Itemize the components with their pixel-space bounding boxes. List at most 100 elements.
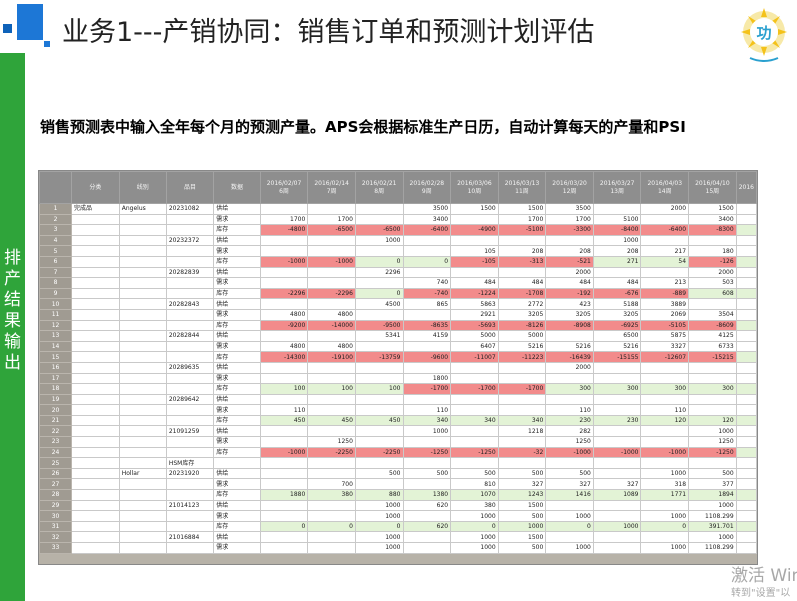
value-cell[interactable] [688, 457, 737, 469]
value-cell[interactable]: 110 [402, 404, 452, 416]
value-cell[interactable] [259, 436, 309, 448]
value-cell[interactable]: -6925 [592, 319, 642, 332]
category-cell[interactable] [71, 319, 120, 332]
item-cell[interactable]: 21016884 [165, 531, 215, 543]
value-cell[interactable]: 0 [402, 255, 452, 268]
row-number[interactable]: 12 [39, 319, 73, 332]
value-cell[interactable]: 5875 [640, 330, 690, 342]
value-cell[interactable]: 1000 [545, 510, 594, 522]
value-cell[interactable]: -1700 [450, 383, 499, 395]
value-cell[interactable] [259, 330, 309, 342]
value-cell[interactable] [402, 234, 452, 247]
item-cell[interactable]: 20289635 [165, 361, 215, 374]
value-cell[interactable]: -676 [592, 287, 642, 300]
value-cell[interactable] [497, 372, 547, 385]
value-cell[interactable] [402, 531, 452, 543]
value-cell[interactable]: -6500 [307, 224, 356, 236]
data-type-cell[interactable]: 需求 [213, 404, 261, 416]
category-cell[interactable]: 完成品 [71, 203, 120, 215]
value-cell[interactable]: -15215 [688, 351, 737, 363]
value-cell[interactable] [592, 436, 642, 448]
value-cell[interactable]: 1700 [545, 213, 594, 226]
data-type-cell[interactable]: 库存 [213, 414, 261, 427]
category-cell[interactable] [71, 425, 120, 438]
category-cell[interactable] [71, 372, 120, 385]
item-cell[interactable] [165, 542, 215, 554]
line-cell[interactable]: Hollar [118, 467, 167, 480]
data-type-cell[interactable]: 供给 [213, 499, 261, 512]
category-cell[interactable] [71, 255, 120, 268]
value-cell[interactable]: 1000 [592, 520, 642, 533]
value-cell[interactable] [497, 234, 547, 247]
value-cell[interactable]: -6500 [354, 224, 404, 236]
value-cell[interactable] [402, 542, 452, 554]
value-cell[interactable] [735, 499, 757, 512]
category-cell[interactable] [71, 436, 120, 448]
line-cell[interactable] [118, 383, 167, 395]
line-cell[interactable] [118, 520, 167, 533]
value-cell[interactable]: 1000 [640, 510, 690, 522]
row-number[interactable]: 20 [39, 404, 73, 416]
value-cell[interactable] [688, 234, 737, 247]
item-cell[interactable] [165, 245, 215, 257]
value-cell[interactable] [735, 372, 757, 385]
value-cell[interactable] [735, 383, 757, 395]
category-cell[interactable] [71, 361, 120, 374]
value-cell[interactable] [259, 298, 309, 310]
value-cell[interactable]: 0 [354, 520, 404, 533]
value-cell[interactable]: 1000 [354, 542, 404, 554]
value-cell[interactable] [450, 372, 499, 385]
value-cell[interactable]: 3400 [688, 213, 737, 226]
value-cell[interactable]: 484 [497, 277, 547, 289]
value-cell[interactable]: 1250 [307, 436, 356, 448]
value-cell[interactable]: 340 [402, 414, 452, 427]
category-cell[interactable] [71, 414, 120, 427]
data-type-cell[interactable]: 需求 [213, 277, 261, 289]
value-cell[interactable] [354, 478, 404, 491]
data-type-cell[interactable]: 供给 [213, 425, 261, 438]
value-cell[interactable]: -1000 [545, 446, 594, 459]
value-cell[interactable] [640, 361, 690, 374]
item-cell[interactable] [165, 478, 215, 491]
value-cell[interactable] [402, 308, 452, 321]
date-column-header[interactable]: 2016/04/03 14周 [640, 171, 690, 204]
value-cell[interactable]: 5000 [497, 330, 547, 342]
data-type-cell[interactable]: 供给 [213, 393, 261, 406]
value-cell[interactable] [307, 510, 356, 522]
value-cell[interactable]: -1250 [402, 446, 452, 459]
value-cell[interactable] [354, 340, 404, 353]
value-cell[interactable] [354, 393, 404, 406]
value-cell[interactable]: -19100 [307, 351, 356, 363]
category-cell[interactable] [71, 542, 120, 554]
data-type-cell[interactable]: 库存 [213, 255, 261, 268]
value-cell[interactable] [640, 425, 690, 438]
value-cell[interactable]: 391.701 [688, 520, 737, 533]
value-cell[interactable]: -192 [545, 287, 594, 300]
row-number[interactable]: 23 [39, 436, 73, 448]
value-cell[interactable] [354, 372, 404, 385]
value-cell[interactable]: 100 [354, 383, 404, 395]
category-cell[interactable] [71, 499, 120, 512]
category-cell[interactable] [71, 351, 120, 363]
value-cell[interactable]: 300 [688, 383, 737, 395]
value-cell[interactable]: -11223 [497, 351, 547, 363]
value-cell[interactable] [497, 404, 547, 416]
value-cell[interactable]: 423 [545, 298, 594, 310]
row-number[interactable]: 15 [39, 351, 73, 363]
item-cell[interactable] [165, 340, 215, 353]
value-cell[interactable] [307, 330, 356, 342]
value-cell[interactable]: -4900 [450, 224, 499, 236]
line-cell[interactable] [118, 234, 167, 247]
category-cell[interactable] [71, 277, 120, 289]
category-cell[interactable] [71, 340, 120, 353]
item-cell[interactable] [165, 224, 215, 236]
value-cell[interactable] [735, 520, 757, 533]
value-cell[interactable] [450, 361, 499, 374]
value-cell[interactable]: 213 [640, 277, 690, 289]
value-cell[interactable] [307, 457, 356, 469]
line-cell[interactable] [118, 489, 167, 501]
value-cell[interactable]: -521 [545, 255, 594, 268]
line-cell[interactable] [118, 372, 167, 385]
item-cell[interactable] [165, 489, 215, 501]
item-cell[interactable] [165, 436, 215, 448]
